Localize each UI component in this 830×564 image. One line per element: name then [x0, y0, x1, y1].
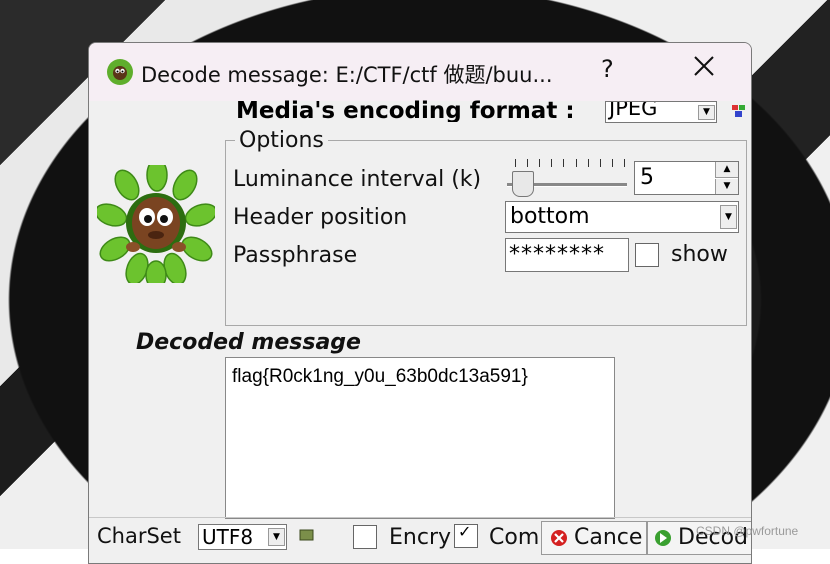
charset-value: UTF8	[202, 525, 254, 549]
charset-icon[interactable]	[299, 528, 315, 542]
watermark-text: CSDN @pwfortune	[696, 524, 799, 538]
charset-select[interactable]: UTF8 ▼	[198, 524, 287, 550]
palette-icon[interactable]	[731, 104, 747, 118]
decode-dialog: Decode message: E:/CTF/ctf 做题/buu... ? M…	[88, 42, 752, 564]
title-bar: Decode message: E:/CTF/ctf 做题/buu... ?	[89, 43, 751, 101]
compress-label: Com	[489, 525, 540, 550]
spinner-up-icon[interactable]: ▲	[715, 162, 738, 178]
decoded-message-label: Decoded message	[136, 330, 361, 355]
mascot-image	[97, 165, 215, 283]
luminance-interval-value: 5	[640, 165, 654, 190]
luminance-slider-handle[interactable]	[512, 171, 534, 197]
show-passphrase-checkbox[interactable]	[635, 243, 659, 267]
encoding-format-select[interactable]: JPEG ▼	[605, 101, 717, 123]
encoding-format-label: Media's encoding format :	[236, 98, 575, 122]
header-position-label: Header position	[233, 205, 408, 230]
cancel-icon	[551, 530, 567, 546]
cancel-button-label: Cance	[574, 525, 643, 550]
check-icon: ✓	[458, 522, 472, 541]
chevron-down-icon[interactable]: ▼	[698, 105, 715, 120]
window-title: Decode message: E:/CTF/ctf 做题/buu...	[141, 63, 553, 87]
encrypt-label: Encry	[389, 525, 452, 550]
spinner-down-icon[interactable]: ▼	[715, 179, 738, 194]
chevron-down-icon[interactable]: ▼	[268, 528, 285, 546]
luminance-interval-spinner[interactable]: 5 ▲ ▼	[634, 161, 739, 195]
decoded-message-text: flag{R0ck1ng_y0u_63b0dc13a591}	[232, 366, 528, 387]
passphrase-value: ********	[509, 242, 605, 267]
show-passphrase-label: show	[671, 242, 728, 267]
decoded-message-textarea[interactable]: flag{R0ck1ng_y0u_63b0dc13a591}	[225, 357, 615, 519]
close-icon[interactable]	[691, 53, 717, 79]
slider-ticks	[515, 159, 625, 167]
cancel-button[interactable]: Cance	[541, 521, 647, 555]
passphrase-label: Passphrase	[233, 243, 358, 268]
help-button[interactable]: ?	[601, 55, 614, 83]
decode-icon	[655, 530, 671, 546]
charset-label: CharSet	[97, 524, 181, 548]
passphrase-input[interactable]: ********	[505, 238, 629, 272]
luminance-interval-label: Luminance interval (k)	[233, 167, 482, 192]
header-position-select[interactable]: bottom ▼	[505, 201, 739, 233]
app-icon	[107, 59, 133, 85]
header-position-value: bottom	[510, 204, 590, 229]
chevron-down-icon[interactable]: ▼	[720, 205, 737, 229]
encoding-format-value: JPEG	[609, 101, 658, 120]
options-legend: Options	[235, 128, 328, 153]
compress-checkbox[interactable]: ✓	[454, 522, 478, 548]
encrypt-checkbox[interactable]	[353, 525, 377, 549]
